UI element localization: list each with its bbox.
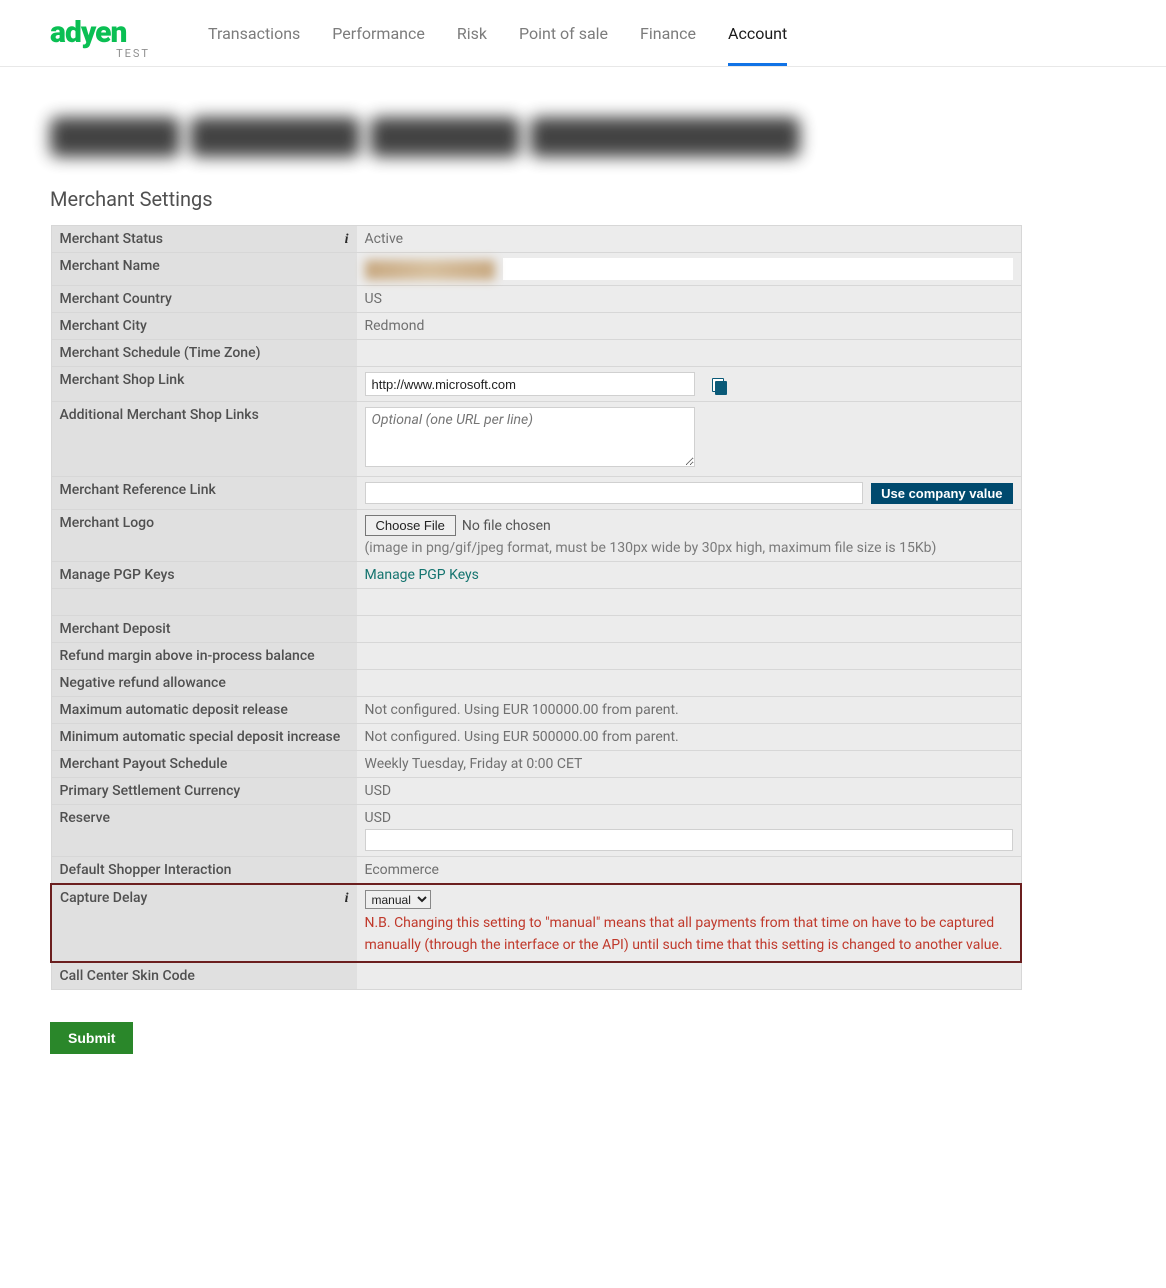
brand-name: adyen <box>50 15 126 50</box>
nav-risk[interactable]: Risk <box>457 0 487 66</box>
reserve-input[interactable] <box>365 829 1013 851</box>
section-title: Merchant Settings <box>50 187 990 211</box>
label-capture-delay: Capture Delay <box>60 890 147 906</box>
row-additional-links: Additional Merchant Shop Links <box>51 402 1021 477</box>
page-title-redacted <box>50 117 990 157</box>
label-name: Merchant Name <box>51 253 357 286</box>
value-max-auto-deposit: Not configured. Using EUR 100000.00 from… <box>357 697 1022 724</box>
value-shopper-interaction: Ecommerce <box>357 857 1022 885</box>
nav-account[interactable]: Account <box>728 0 787 66</box>
page-content: Merchant Settings Merchant Status i Acti… <box>0 67 1040 1094</box>
value-settlement-currency: USD <box>357 778 1022 805</box>
value-schedule <box>357 340 1022 367</box>
label-min-auto-special: Minimum automatic special deposit increa… <box>51 724 357 751</box>
row-max-auto-deposit: Maximum automatic deposit release Not co… <box>51 697 1021 724</box>
no-file-text: No file chosen <box>462 518 551 534</box>
row-reserve: Reserve USD <box>51 805 1021 857</box>
manage-pgp-link[interactable]: Manage PGP Keys <box>365 567 479 583</box>
logo-hint: (image in png/gif/jpeg format, must be 1… <box>365 540 1013 556</box>
row-logo: Merchant Logo Choose File No file chosen… <box>51 510 1021 562</box>
merchant-settings-table: Merchant Status i Active Merchant Name M… <box>50 225 1022 990</box>
row-deposit: Merchant Deposit <box>51 616 1021 643</box>
info-icon[interactable]: i <box>345 232 349 248</box>
label-settlement-currency: Primary Settlement Currency <box>51 778 357 805</box>
ref-link-input[interactable] <box>365 482 864 504</box>
value-neg-refund <box>357 670 1022 697</box>
merchant-name-input[interactable] <box>503 258 1013 280</box>
row-neg-refund: Negative refund allowance <box>51 670 1021 697</box>
label-schedule: Merchant Schedule (Time Zone) <box>51 340 357 367</box>
value-status: Active <box>357 226 1022 253</box>
row-settlement-currency: Primary Settlement Currency USD <box>51 778 1021 805</box>
value-min-auto-special: Not configured. Using EUR 500000.00 from… <box>357 724 1022 751</box>
additional-links-textarea[interactable] <box>365 407 695 467</box>
row-min-auto-special: Minimum automatic special deposit increa… <box>51 724 1021 751</box>
capture-delay-select[interactable]: manual <box>365 890 431 909</box>
submit-button[interactable]: Submit <box>50 1022 133 1054</box>
shop-link-input[interactable] <box>365 372 695 396</box>
copy-icon[interactable] <box>712 378 726 392</box>
label-pgp: Manage PGP Keys <box>51 562 357 589</box>
label-ref-link: Merchant Reference Link <box>51 477 357 510</box>
value-refund-margin <box>357 643 1022 670</box>
row-status: Merchant Status i Active <box>51 226 1021 253</box>
nav-finance[interactable]: Finance <box>640 0 696 66</box>
value-country: US <box>357 286 1022 313</box>
value-payout-schedule: Weekly Tuesday, Friday at 0:00 CET <box>357 751 1022 778</box>
label-shop-link: Merchant Shop Link <box>51 367 357 402</box>
label-refund-margin: Refund margin above in-process balance <box>51 643 357 670</box>
value-deposit <box>357 616 1022 643</box>
brand-tag: TEST <box>116 48 150 59</box>
capture-delay-warning: N.B. Changing this setting to "manual" m… <box>365 913 1013 956</box>
label-shopper-interaction: Default Shopper Interaction <box>51 857 357 885</box>
label-payout-schedule: Merchant Payout Schedule <box>51 751 357 778</box>
value-skin-code <box>357 962 1022 990</box>
row-skin-code: Call Center Skin Code <box>51 962 1021 990</box>
top-bar: adyen TEST Transactions Performance Risk… <box>0 0 1166 67</box>
nav-point-of-sale[interactable]: Point of sale <box>519 0 608 66</box>
row-payout-schedule: Merchant Payout Schedule Weekly Tuesday,… <box>51 751 1021 778</box>
row-pgp: Manage PGP Keys Manage PGP Keys <box>51 562 1021 589</box>
row-city: Merchant City Redmond <box>51 313 1021 340</box>
label-additional-links: Additional Merchant Shop Links <box>51 402 357 477</box>
nav-performance[interactable]: Performance <box>332 0 425 66</box>
label-max-auto-deposit: Maximum automatic deposit release <box>51 697 357 724</box>
row-capture-delay: Capture Delay i manual N.B. Changing thi… <box>51 884 1021 962</box>
brand-logo: adyen TEST <box>50 18 160 48</box>
row-country: Merchant Country US <box>51 286 1021 313</box>
label-skin-code: Call Center Skin Code <box>51 962 357 990</box>
row-spacer <box>51 589 1021 616</box>
row-schedule: Merchant Schedule (Time Zone) <box>51 340 1021 367</box>
row-ref-link: Merchant Reference Link Use company valu… <box>51 477 1021 510</box>
row-name: Merchant Name <box>51 253 1021 286</box>
info-icon[interactable]: i <box>345 891 349 907</box>
label-status: Merchant Status <box>60 231 163 247</box>
label-country: Merchant Country <box>51 286 357 313</box>
nav-transactions[interactable]: Transactions <box>208 0 300 66</box>
use-company-value-button[interactable]: Use company value <box>871 483 1012 504</box>
main-nav: Transactions Performance Risk Point of s… <box>208 0 787 66</box>
row-refund-margin: Refund margin above in-process balance <box>51 643 1021 670</box>
label-deposit: Merchant Deposit <box>51 616 357 643</box>
row-shop-link: Merchant Shop Link <box>51 367 1021 402</box>
choose-file-button[interactable]: Choose File <box>365 515 456 536</box>
merchant-name-redacted <box>365 260 495 280</box>
value-reserve: USD <box>365 810 1013 826</box>
label-city: Merchant City <box>51 313 357 340</box>
label-logo: Merchant Logo <box>51 510 357 562</box>
label-neg-refund: Negative refund allowance <box>51 670 357 697</box>
value-city: Redmond <box>357 313 1022 340</box>
label-reserve: Reserve <box>51 805 357 857</box>
row-shopper-interaction: Default Shopper Interaction Ecommerce <box>51 857 1021 885</box>
